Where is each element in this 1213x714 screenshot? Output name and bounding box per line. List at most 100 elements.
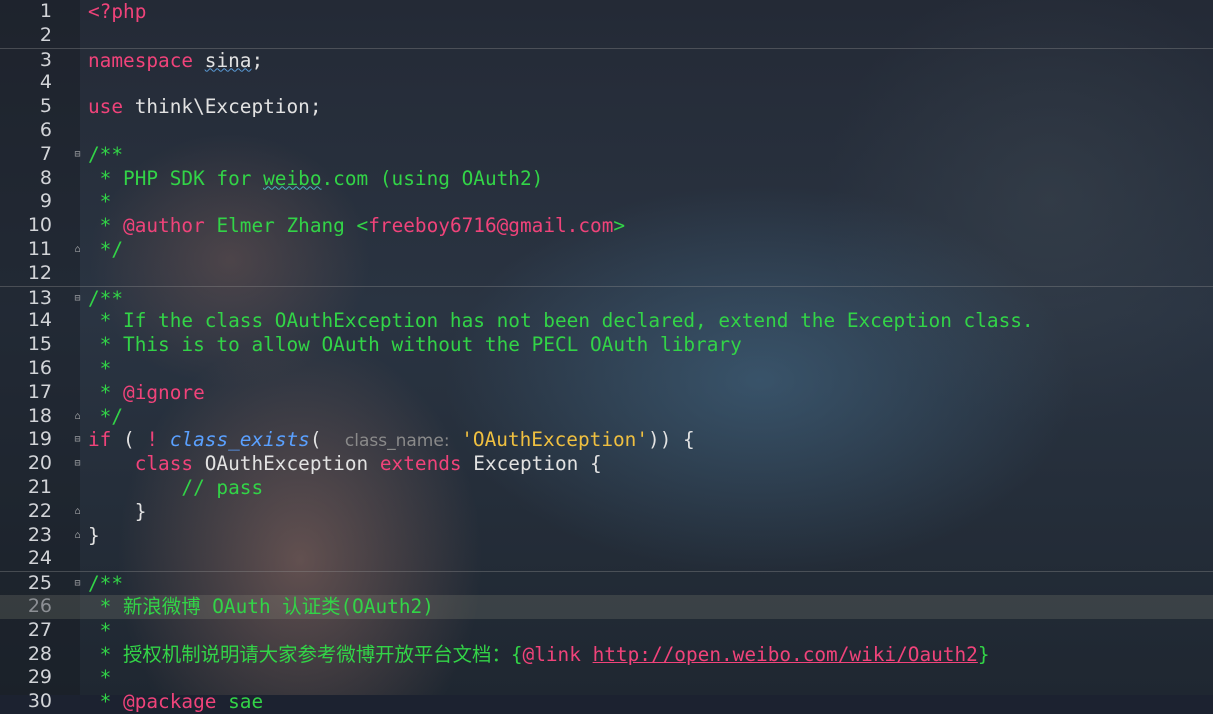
code-line-5: 5 use think\Exception; bbox=[0, 95, 1213, 119]
fold-end-icon[interactable]: ⌂ bbox=[72, 411, 83, 422]
comment-text[interactable]: * @package sae bbox=[88, 690, 263, 714]
code-line-12: 12 bbox=[0, 262, 1213, 286]
code-text[interactable]: class OAuthException extends Exception { bbox=[88, 452, 602, 476]
comment-part: > bbox=[613, 214, 626, 238]
comment-part: weibo bbox=[263, 166, 322, 190]
code-line-3: 3 namespace sina; bbox=[0, 47, 1213, 73]
email-text: freeboy6716@gmail.com bbox=[368, 214, 614, 238]
code-line-11: 11 ⌂ */ bbox=[0, 238, 1213, 262]
line-number: 12 bbox=[27, 261, 52, 284]
fold-open-icon[interactable]: ⊟ bbox=[72, 578, 83, 589]
code-line-21: 21 // pass bbox=[0, 476, 1213, 500]
comment-text[interactable]: */ bbox=[88, 238, 123, 262]
comment-text[interactable]: // pass bbox=[88, 476, 263, 500]
comment-text[interactable]: */ bbox=[88, 405, 123, 429]
punctuation: ; bbox=[251, 48, 264, 72]
comment-text[interactable]: * This is to allow OAuth without the PEC… bbox=[88, 333, 742, 357]
punctuation: ( bbox=[111, 428, 147, 452]
code-line-6: 6 bbox=[0, 119, 1213, 143]
fold-end-icon[interactable]: ⌂ bbox=[72, 530, 83, 541]
code-line-17: 17 * @ignore bbox=[0, 381, 1213, 405]
line-number: 7 bbox=[39, 142, 52, 165]
comment-text[interactable]: * @author Elmer Zhang <freeboy6716@gmail… bbox=[88, 214, 625, 238]
comment-text[interactable]: * bbox=[88, 357, 112, 381]
operator: ! bbox=[146, 428, 159, 452]
class-name: OAuthException bbox=[193, 452, 380, 476]
line-number: 17 bbox=[27, 380, 52, 403]
code-line-28: 28 * 授权机制说明请大家参考微博开放平台文档：{@link http://o… bbox=[0, 643, 1213, 667]
comment-text[interactable]: * @ignore bbox=[88, 381, 205, 405]
line-number: 11 bbox=[27, 237, 52, 260]
comment-text[interactable]: * 授权机制说明请大家参考微博开放平台文档：{@link http://open… bbox=[88, 643, 990, 667]
doc-tag: @package bbox=[123, 690, 217, 714]
line-number: 18 bbox=[27, 404, 52, 427]
code-text[interactable]: use think\Exception; bbox=[88, 95, 322, 119]
line-number: 30 bbox=[27, 690, 52, 713]
code-line-13: 13 ⊟ /** bbox=[0, 285, 1213, 311]
line-number: 28 bbox=[27, 642, 52, 665]
keyword: use bbox=[88, 95, 124, 119]
code-line-23: 23 ⌂ } bbox=[0, 524, 1213, 548]
php-open-tag: <?php bbox=[88, 0, 147, 23]
code-line-14: 14 * If the class OAuthException has not… bbox=[0, 309, 1213, 333]
code-line-24: 24 bbox=[0, 547, 1213, 571]
doc-tag: @link bbox=[522, 642, 581, 666]
fold-open-icon[interactable]: ⊟ bbox=[72, 149, 83, 160]
comment-text[interactable]: * bbox=[88, 190, 112, 214]
function-name: class_exists bbox=[169, 428, 310, 452]
comment-text[interactable]: * PHP SDK for weibo.com (using OAuth2) bbox=[88, 166, 544, 191]
line-number: 26 bbox=[27, 594, 52, 617]
comment-text[interactable]: * 新浪微博 OAuth 认证类(OAuth2) bbox=[88, 595, 434, 619]
code-text[interactable]: if ( ! class_exists( class_name: 'OAuthE… bbox=[88, 428, 695, 454]
comment-text[interactable]: * If the class OAuthException has not be… bbox=[88, 309, 1034, 333]
line-number: 16 bbox=[27, 356, 52, 379]
keyword: extends bbox=[379, 452, 462, 476]
code-line-26-current: 26 * 新浪微博 OAuth 认证类(OAuth2) bbox=[0, 594, 1213, 619]
comment-text[interactable]: /** bbox=[88, 287, 123, 311]
fold-open-icon[interactable]: ⊟ bbox=[72, 293, 83, 304]
comment-text[interactable]: /** bbox=[88, 143, 123, 167]
line-number: 15 bbox=[27, 333, 52, 356]
code-line-30: 30 * @package sae bbox=[0, 690, 1213, 714]
comment-part: * bbox=[88, 380, 124, 404]
code-line-10: 10 * @author Elmer Zhang <freeboy6716@gm… bbox=[0, 214, 1213, 238]
code-text[interactable]: } bbox=[88, 500, 147, 524]
parameter-hint: class_name: bbox=[344, 431, 450, 452]
comment-part: * PHP SDK for bbox=[88, 166, 264, 190]
namespace-name: sina bbox=[204, 48, 252, 72]
line-number: 22 bbox=[27, 499, 52, 522]
line-number: 24 bbox=[27, 547, 52, 570]
line-number: 1 bbox=[39, 0, 52, 22]
comment-part: * bbox=[88, 690, 124, 714]
code-line-20: 20 ⊟ class OAuthException extends Except… bbox=[0, 452, 1213, 476]
code-line-18: 18 ⌂ */ bbox=[0, 405, 1213, 429]
code-editor[interactable]: 1 <?php 2 3 namespace sina; 4 5 use thin… bbox=[0, 0, 1213, 714]
doc-tag: @ignore bbox=[123, 380, 205, 404]
code-line-19: 19 ⊟ if ( ! class_exists( class_name: 'O… bbox=[0, 428, 1213, 452]
line-number: 25 bbox=[27, 572, 52, 595]
fold-open-icon[interactable]: ⊟ bbox=[72, 458, 83, 469]
comment-text[interactable]: * bbox=[88, 619, 112, 643]
comment-text[interactable]: * bbox=[88, 666, 112, 690]
code-text[interactable]: namespace sina; bbox=[88, 49, 263, 73]
code-line-7: 7 ⊟ /** bbox=[0, 143, 1213, 167]
fold-open-icon[interactable]: ⊟ bbox=[72, 434, 83, 445]
fold-end-icon[interactable]: ⌂ bbox=[72, 506, 83, 517]
code-line-2: 2 bbox=[0, 24, 1213, 48]
line-number: 9 bbox=[39, 190, 52, 213]
doc-link[interactable]: http://open.weibo.com/wiki/Oauth2 bbox=[593, 643, 978, 666]
line-number: 5 bbox=[39, 95, 52, 118]
code-text[interactable]: <?php bbox=[88, 0, 146, 24]
code-line-29: 29 * bbox=[0, 666, 1213, 690]
code-text[interactable]: } bbox=[88, 524, 100, 548]
keyword: namespace bbox=[88, 48, 194, 72]
code-line-16: 16 * bbox=[0, 357, 1213, 381]
use-path: think\Exception; bbox=[123, 95, 322, 119]
comment-part: * bbox=[88, 214, 124, 238]
code-line-15: 15 * This is to allow OAuth without the … bbox=[0, 333, 1213, 357]
line-number: 29 bbox=[27, 666, 52, 689]
comment-text[interactable]: /** bbox=[88, 572, 123, 596]
fold-end-icon[interactable]: ⌂ bbox=[72, 244, 83, 255]
